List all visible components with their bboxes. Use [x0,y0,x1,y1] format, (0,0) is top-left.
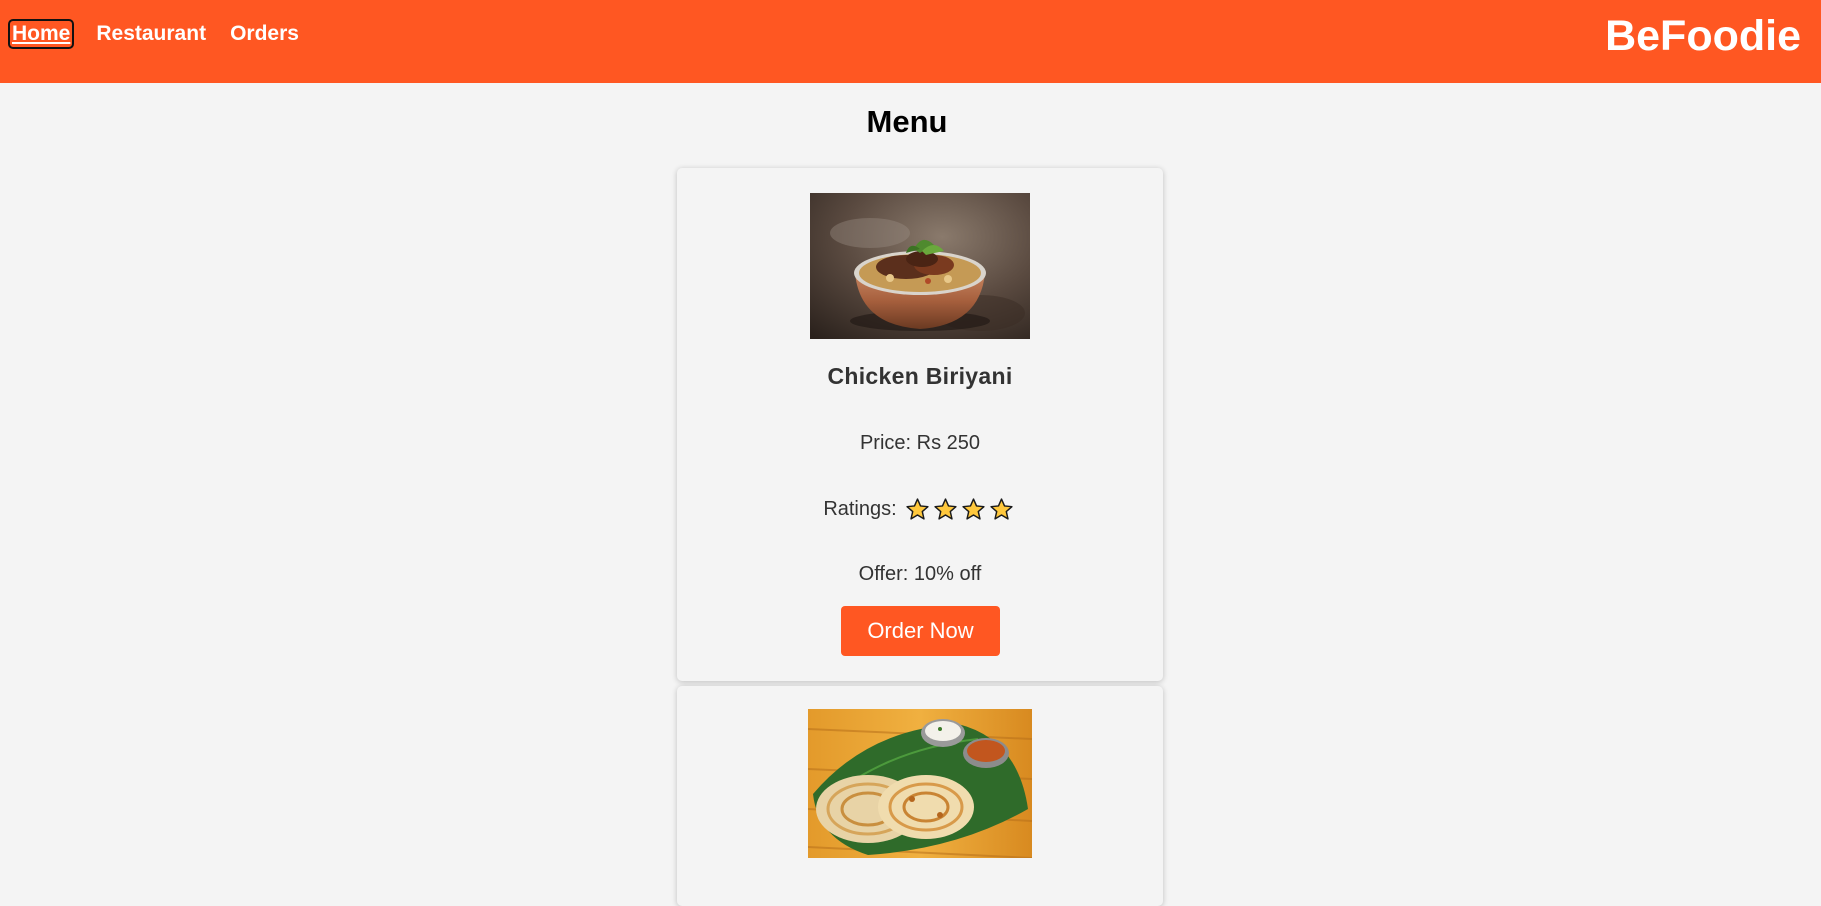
top-navbar: Home Restaurant Orders BeFoodie [0,0,1821,83]
dish-offer: Offer: 10% off [858,563,982,585]
dish-image [808,709,1032,858]
nav-link-home[interactable]: Home [7,19,75,49]
order-now-button[interactable]: Order Now [841,606,1000,656]
ratings-label: Ratings: [823,498,897,520]
dish-price: Price: Rs 250 [859,432,981,454]
parotta-photo [808,709,1032,858]
menu-item-card: Chicken Biriyani Price: Rs 250 Ratings: … [677,168,1163,681]
menu-item-card [677,686,1163,906]
dish-image [810,193,1030,339]
page-title: Menu [866,104,948,139]
star-icon [962,498,985,520]
biriyani-photo [810,193,1030,339]
nav-links: Home Restaurant Orders [7,19,323,49]
star-icon [906,498,929,520]
dish-name: Chicken Biriyani [827,363,1013,389]
nav-link-orders[interactable]: Orders [230,21,299,47]
nav-link-restaurant[interactable]: Restaurant [96,21,206,47]
rating-stars [905,497,1017,522]
dish-rating: Ratings: [677,497,1163,522]
brand-logo[interactable]: BeFoodie [1605,11,1801,61]
star-icon [990,498,1013,520]
star-icon [934,498,957,520]
